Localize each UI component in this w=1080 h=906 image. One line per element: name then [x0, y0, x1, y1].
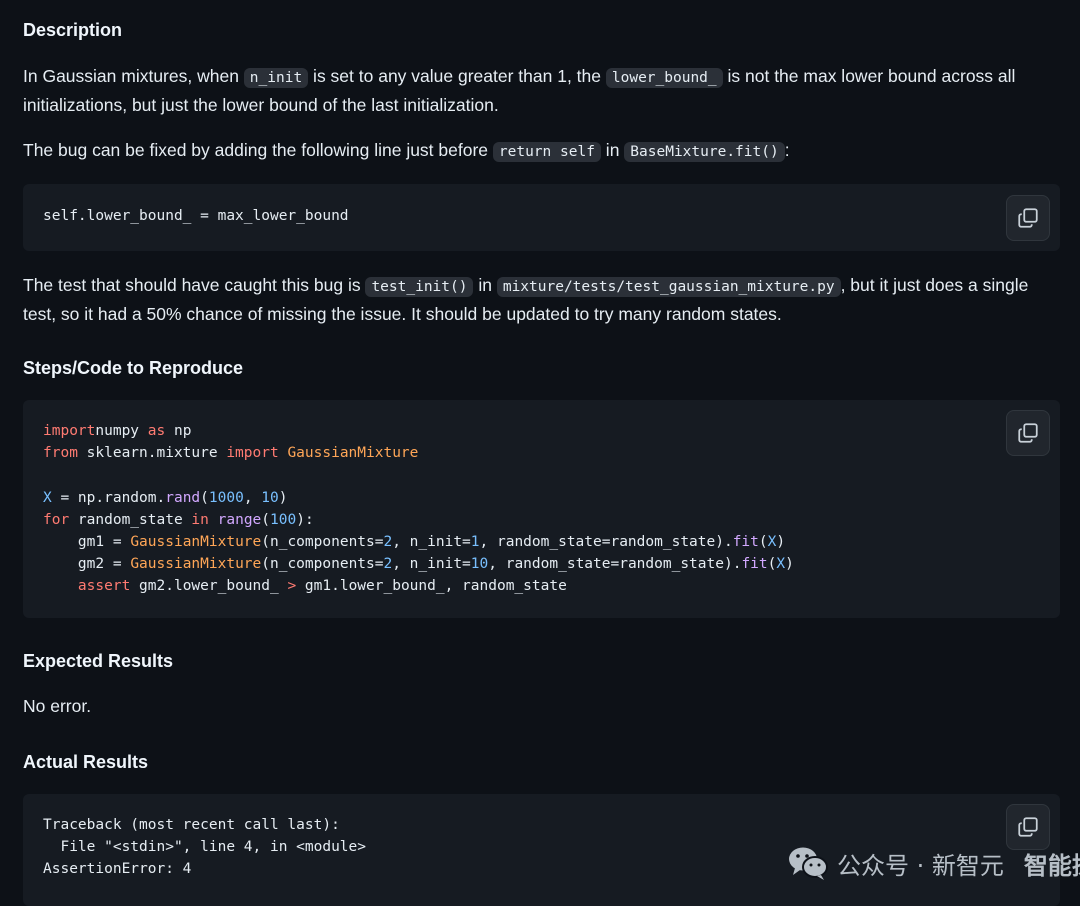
- inline-code-n-init: n_init: [243, 68, 309, 88]
- code-token: gm2.lower_bound_: [130, 578, 288, 595]
- code-token: random_state: [69, 511, 192, 528]
- steps-heading: Steps/Code to Reproduce: [23, 358, 244, 378]
- code-token: gm2 =: [43, 556, 131, 573]
- inline-code-return-self: return self: [492, 142, 601, 162]
- inline-code-basemixture-fit: BaseMixture.fit(): [624, 142, 785, 162]
- code-token: ,: [243, 489, 262, 506]
- code-token: in: [191, 511, 209, 528]
- code-token: range: [217, 511, 262, 528]
- code-token: (: [200, 489, 209, 506]
- code-token: GaussianMixture: [130, 534, 262, 551]
- code-token: , n_init=: [392, 556, 471, 573]
- inline-code-lower-bound: lower_bound_: [605, 68, 723, 88]
- description-heading: Description: [23, 20, 123, 40]
- code-token: ): [278, 489, 288, 506]
- code-token: (n_components=: [261, 534, 384, 551]
- code-token: ): [785, 556, 794, 573]
- code-token: (n_components=: [261, 556, 384, 573]
- description-paragraph-1: In Gaussian mixtures, when n_init is set…: [23, 63, 1053, 119]
- code-token: sklearn.mixture: [77, 445, 227, 462]
- code-token: numpy: [95, 423, 148, 439]
- code-token: 2: [383, 556, 393, 573]
- text-run: The bug can be fixed by adding the follo…: [23, 140, 493, 160]
- text-run: :: [784, 140, 790, 160]
- code-token: 10: [261, 489, 279, 506]
- code-token: GaussianMixture: [278, 445, 419, 462]
- reproduce-code-block: importnumpy as np from sklearn.mixture i…: [23, 400, 1060, 618]
- code-token: as: [147, 423, 166, 439]
- expected-heading: Expected Results: [23, 651, 174, 671]
- code-token: , n_init=: [392, 534, 471, 551]
- code-token: 100: [270, 511, 297, 528]
- code-token: >: [287, 578, 297, 595]
- code-token: from: [43, 445, 78, 462]
- code-token: rand: [165, 489, 201, 506]
- text-run: In Gaussian mixtures, when: [23, 66, 244, 86]
- code-token: for: [43, 511, 70, 528]
- code-token: import: [226, 445, 279, 462]
- reproduce-code: importnumpy as np from sklearn.mixture i…: [23, 400, 1060, 598]
- fix-code-block: self.lower_bound_ = max_lower_bound: [23, 184, 1060, 251]
- code-token: (: [758, 534, 768, 551]
- copy-icon: [1018, 423, 1038, 443]
- description-paragraph-2: The bug can be fixed by adding the follo…: [23, 137, 1053, 166]
- copy-button[interactable]: [1006, 410, 1050, 456]
- code-token: gm1.lower_bound_, random_state: [296, 578, 567, 595]
- text-run: in: [600, 140, 625, 160]
- code-token: X: [776, 556, 786, 573]
- text-run: The test that should have caught this bu…: [23, 275, 366, 295]
- wechat-icon: [789, 847, 828, 880]
- actual-heading: Actual Results: [23, 752, 149, 772]
- code-token: ): [776, 534, 786, 551]
- inline-code-test-file: mixture/tests/test_gaussian_mixture.py: [496, 277, 841, 297]
- code-token: gm1 =: [43, 534, 131, 551]
- copy-icon: [1018, 208, 1038, 228]
- code-token: 10: [470, 556, 489, 573]
- code-token: fit: [741, 556, 768, 573]
- text-run: is set to any value greater than 1, the: [308, 66, 606, 86]
- code-token: 1: [470, 534, 480, 551]
- copy-icon: [1018, 817, 1038, 837]
- code-token: , random_state=random_state).: [479, 534, 733, 551]
- code-token: = np.random.: [51, 489, 166, 506]
- code-token: import: [43, 423, 96, 439]
- code-token: ):: [296, 511, 314, 528]
- code-token: np: [165, 423, 192, 439]
- watermark: 公众号 · 新智元 智能探索: [787, 843, 1080, 883]
- code-token: assert: [77, 578, 131, 595]
- code-token: fit: [732, 534, 759, 551]
- inline-code-test-init: test_init(): [365, 277, 474, 297]
- code-token: 2: [383, 534, 393, 551]
- code-token: , random_state=random_state).: [488, 556, 742, 573]
- fix-code: self.lower_bound_ = max_lower_bound: [43, 208, 349, 224]
- text-run: in: [473, 275, 497, 295]
- code-token: 1000: [208, 489, 244, 506]
- code-token: (: [261, 511, 271, 528]
- description-paragraph-3: The test that should have caught this bu…: [23, 272, 1053, 328]
- expected-text: No error.: [23, 696, 92, 716]
- code-token: GaussianMixture: [130, 556, 262, 573]
- watermark-text: 公众号 · 新智元: [837, 851, 1004, 880]
- copy-button[interactable]: [1006, 195, 1050, 241]
- code-token: X: [43, 489, 52, 506]
- watermark-text-2: 智能探索: [1023, 851, 1080, 880]
